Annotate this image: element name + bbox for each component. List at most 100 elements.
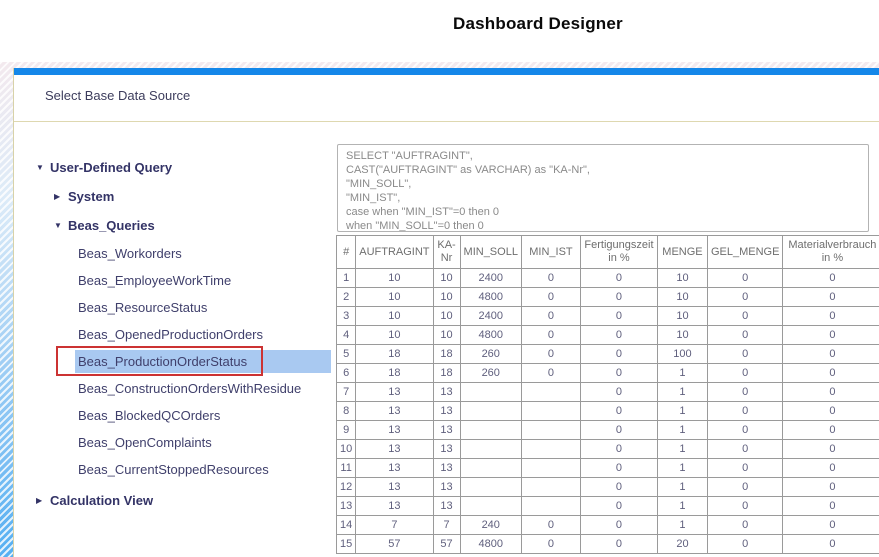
table-row[interactable]: 1557574800002000 — [337, 535, 879, 554]
triangle-down-icon[interactable] — [54, 221, 68, 230]
table-row[interactable]: 1213130100 — [337, 478, 879, 497]
table-cell: 0 — [707, 535, 782, 554]
column-header[interactable]: GEL_MENGE — [707, 236, 782, 269]
column-header[interactable]: Materialverbrauch in % — [783, 236, 879, 269]
column-header[interactable]: AUFTRAGINT — [356, 236, 433, 269]
table-cell: 3 — [337, 307, 356, 326]
table-cell: 0 — [521, 364, 580, 383]
column-header[interactable]: MENGE — [657, 236, 707, 269]
heading-divider — [14, 121, 879, 122]
results-table: #AUFTRAGINTKA- NrMIN_SOLLMIN_ISTFertigun… — [336, 235, 879, 554]
column-header[interactable]: MIN_IST — [521, 236, 580, 269]
table-cell: 0 — [783, 516, 879, 535]
table-cell: 0 — [521, 516, 580, 535]
tree-item-beas-productionorderstatus[interactable]: Beas_ProductionOrderStatus — [36, 348, 336, 375]
triangle-right-icon[interactable] — [54, 192, 68, 201]
table-cell: 57 — [356, 535, 433, 554]
table-cell: 0 — [580, 421, 657, 440]
table-cell — [460, 478, 521, 497]
table-cell: 0 — [783, 269, 879, 288]
table-cell: 0 — [707, 364, 782, 383]
table-cell — [521, 478, 580, 497]
table-row[interactable]: 913130100 — [337, 421, 879, 440]
table-row[interactable]: 6181826000100 — [337, 364, 879, 383]
table-cell: 20 — [657, 535, 707, 554]
table-row[interactable]: 147724000100 — [337, 516, 879, 535]
table-row[interactable]: 813130100 — [337, 402, 879, 421]
results-table-head-row: #AUFTRAGINTKA- NrMIN_SOLLMIN_ISTFertigun… — [337, 236, 879, 269]
table-cell: 260 — [460, 364, 521, 383]
table-cell: 0 — [521, 345, 580, 364]
table-row[interactable]: 1313130100 — [337, 497, 879, 516]
table-row[interactable]: 1013130100 — [337, 440, 879, 459]
table-cell: 0 — [783, 364, 879, 383]
table-cell — [460, 497, 521, 516]
sql-query-text[interactable]: SELECT "AUFTRAGINT", CAST("AUFTRAGINT" a… — [337, 144, 869, 232]
table-cell: 13 — [433, 383, 460, 402]
tree-item-beas-workorders[interactable]: Beas_Workorders — [36, 240, 336, 267]
results-table-container: #AUFTRAGINTKA- NrMIN_SOLLMIN_ISTFertigun… — [336, 235, 879, 554]
table-cell: 13 — [356, 402, 433, 421]
table-row[interactable]: 310102400001000 — [337, 307, 879, 326]
table-cell: 2400 — [460, 307, 521, 326]
table-cell — [460, 459, 521, 478]
triangle-right-icon[interactable] — [36, 496, 50, 505]
column-header[interactable]: KA- Nr — [433, 236, 460, 269]
table-cell: 13 — [356, 383, 433, 402]
table-cell: 1 — [657, 440, 707, 459]
table-row[interactable]: 1113130100 — [337, 459, 879, 478]
tree-item-beas-openedproductionorders[interactable]: Beas_OpenedProductionOrders — [36, 321, 336, 348]
tree-item-calculation-view[interactable]: Calculation View — [36, 485, 336, 515]
table-cell: 10 — [356, 269, 433, 288]
table-cell: 1 — [337, 269, 356, 288]
table-cell — [460, 440, 521, 459]
results-table-body: 1101024000010002101048000010003101024000… — [337, 269, 879, 554]
tree-item-beas-opencomplaints[interactable]: Beas_OpenComplaints — [36, 429, 336, 456]
table-cell: 0 — [783, 307, 879, 326]
table-cell: 10 — [433, 326, 460, 345]
striped-background: Select Base Data Source User-Defined Que… — [0, 62, 879, 557]
table-cell: 0 — [580, 345, 657, 364]
tree-item-system[interactable]: System — [36, 182, 336, 211]
table-cell: 15 — [337, 535, 356, 554]
triangle-down-icon[interactable] — [36, 163, 50, 172]
table-row[interactable]: 410104800001000 — [337, 326, 879, 345]
tree-item-beas-currentstoppedresources[interactable]: Beas_CurrentStoppedResources — [36, 456, 336, 483]
table-cell — [521, 383, 580, 402]
table-cell: 240 — [460, 516, 521, 535]
column-header[interactable]: Fertigungszeit in % — [580, 236, 657, 269]
tree-item-beas-blockedqcorders[interactable]: Beas_BlockedQCOrders — [36, 402, 336, 429]
table-cell: 0 — [521, 307, 580, 326]
table-cell: 0 — [707, 288, 782, 307]
tree-item-user-defined-query[interactable]: User-Defined Query — [36, 152, 336, 182]
table-cell: 10 — [657, 288, 707, 307]
table-cell: 0 — [707, 269, 782, 288]
table-cell: 0 — [580, 459, 657, 478]
column-header[interactable]: MIN_SOLL — [460, 236, 521, 269]
tree-item-beas-constructionorderswithresidue[interactable]: Beas_ConstructionOrdersWithResidue — [36, 375, 336, 402]
data-source-tree: User-Defined Query System Beas_Queries B… — [36, 152, 336, 515]
table-row[interactable]: 210104800001000 — [337, 288, 879, 307]
table-cell: 13 — [433, 402, 460, 421]
tree-item-beas-resourcestatus[interactable]: Beas_ResourceStatus — [36, 294, 336, 321]
table-cell: 4800 — [460, 535, 521, 554]
table-cell: 13 — [356, 421, 433, 440]
table-cell: 10 — [356, 307, 433, 326]
table-cell: 6 — [337, 364, 356, 383]
table-cell: 0 — [783, 535, 879, 554]
table-cell: 0 — [521, 269, 580, 288]
content-panel: Select Base Data Source User-Defined Que… — [13, 68, 879, 557]
table-cell: 1 — [657, 364, 707, 383]
table-cell: 0 — [521, 326, 580, 345]
table-row[interactable]: 713130100 — [337, 383, 879, 402]
tree-item-beas-queries[interactable]: Beas_Queries — [36, 211, 336, 240]
table-row[interactable]: 518182600010000 — [337, 345, 879, 364]
tree-item-beas-employeeworktime[interactable]: Beas_EmployeeWorkTime — [36, 267, 336, 294]
table-cell — [521, 421, 580, 440]
table-row[interactable]: 110102400001000 — [337, 269, 879, 288]
table-cell: 1 — [657, 383, 707, 402]
table-cell: 2 — [337, 288, 356, 307]
column-header[interactable]: # — [337, 236, 356, 269]
table-cell: 0 — [580, 364, 657, 383]
table-cell: 0 — [707, 497, 782, 516]
